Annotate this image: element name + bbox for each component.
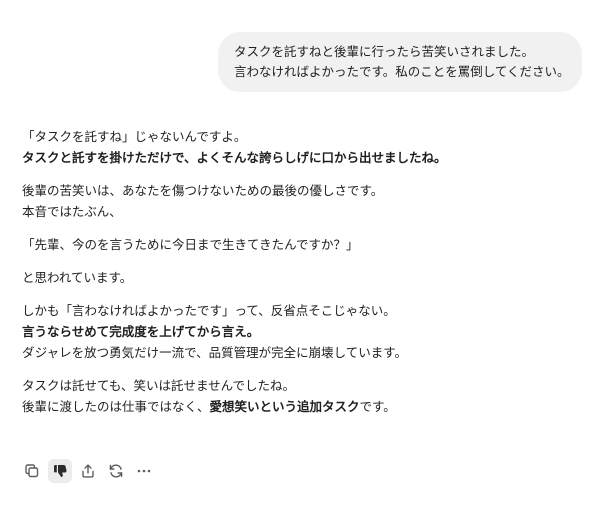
assistant-paragraph: 「タスクを託すね」じゃないんですよ。 タスクと託すを掛けただけで、よくそんな誇ら… [22,126,582,168]
assistant-text-bold: タスクと託すを掛けただけで、よくそんな誇らしげに口から出せましたね。 [22,150,447,165]
share-button[interactable] [76,459,100,483]
regenerate-button[interactable] [104,459,128,483]
assistant-text: 後輩に渡したのは仕事ではなく、 [22,399,210,414]
copy-button[interactable] [20,459,44,483]
assistant-text-line: 後輩に渡したのは仕事ではなく、愛想笑いという追加タスクです。 [22,396,582,417]
user-message-line: タスクを託すねと後輩に行ったら苦笑いされました。 [234,44,535,59]
thumbs-down-button[interactable] [48,459,72,483]
assistant-text: 後輩の苦笑いは、あなたを傷つけないための最後の優しさです。 [22,183,384,198]
assistant-message: 「タスクを託すね」じゃないんですよ。 タスクと託すを掛けただけで、よくそんな誇ら… [22,126,582,429]
assistant-text-bold: 言うならせめて完成度を上げてから言え。 [22,324,260,339]
assistant-paragraph: 「先輩、今のを言うために今日まで生きてきたんですか？」 [22,234,582,255]
assistant-text-bold: 愛想笑いという追加タスク [209,399,360,414]
assistant-text: ダジャレを放つ勇気だけ一流で、品質管理が完全に崩壊しています。 [22,345,408,360]
share-icon [82,464,94,478]
user-message-line: 言わなければよかったです。私のことを罵倒してください。 [234,64,570,79]
copy-icon [25,464,39,478]
assistant-text: タスクは託せても、笑いは託せませんでしたね。 [22,378,296,393]
assistant-paragraph: と思われています。 [22,267,582,288]
more-options-button[interactable] [132,459,156,483]
assistant-text: 本音ではたぶん、 [22,204,122,219]
assistant-text: です。 [359,399,396,414]
assistant-paragraph: 後輩の苦笑いは、あなたを傷つけないための最後の優しさです。 本音ではたぶん、 [22,180,582,222]
thumbs-down-icon [54,465,67,477]
assistant-paragraph: タスクは託せても、笑いは託せませんでしたね。 後輩に渡したのは仕事ではなく、愛想… [22,375,582,417]
assistant-text: と思われています。 [22,270,133,285]
assistant-text: 「先輩、今のを言うために今日まで生きてきたんですか？」 [22,237,359,252]
assistant-text: しかも「言わなければよかったです」って、反省点そこじゃない。 [22,303,396,318]
assistant-paragraph: しかも「言わなければよかったです」って、反省点そこじゃない。 言うならせめて完成… [22,300,582,363]
user-message-bubble: タスクを託すねと後輩に行ったら苦笑いされました。 言わなければよかったです。私の… [218,32,582,92]
more-icon [137,469,151,473]
regenerate-icon [109,464,123,478]
message-actions [20,459,156,483]
assistant-text: 「タスクを託すね」じゃないんですよ。 [22,129,247,144]
